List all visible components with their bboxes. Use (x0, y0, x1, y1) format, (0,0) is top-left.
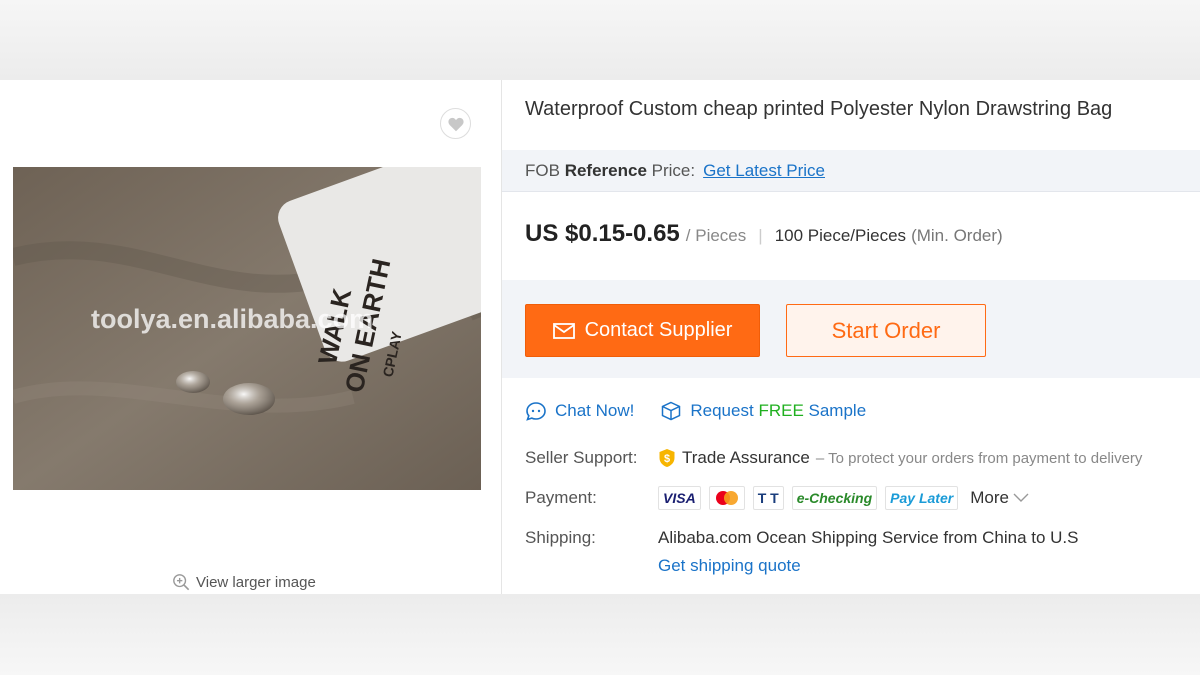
get-shipping-quote-link[interactable]: Get shipping quote (658, 556, 801, 576)
view-larger-label: View larger image (196, 573, 316, 591)
trade-assurance-note: – To protect your orders from payment to… (815, 449, 1143, 467)
price-row: US $0.15-0.65 / Pieces | 100 Piece/Piece… (525, 220, 1003, 254)
start-order-button[interactable]: Start Order (786, 304, 986, 357)
get-latest-price-link[interactable]: Get Latest Price (703, 161, 825, 181)
zoom-in-icon (173, 574, 190, 591)
page-top-band (0, 0, 1200, 80)
box-icon (662, 401, 681, 421)
payment-row: Payment: VISA T T e-Checking Pay Later M… (525, 485, 1029, 511)
price-range: US $0.15-0.65 (525, 220, 680, 247)
image-watermark: toolya.en.alibaba.com (91, 304, 373, 334)
contact-supplier-label: Contact Supplier (584, 319, 733, 341)
tt-transfer-icon: T T (752, 486, 784, 510)
chevron-down-icon (1013, 493, 1029, 502)
fob-prefix: FOB (525, 160, 560, 180)
request-free-sample-link[interactable]: Request FREE Sample (660, 401, 866, 421)
seller-support-row: Seller Support: $ Trade Assurance – To p… (525, 445, 1142, 471)
shipping-label: Shipping: (525, 528, 596, 547)
contact-supplier-button[interactable]: Contact Supplier (525, 304, 760, 357)
free-label: FREE (758, 401, 804, 420)
echecking-icon: e-Checking (791, 486, 878, 510)
shipping-row: Shipping: Alibaba.com Ocean Shipping Ser… (525, 525, 1078, 551)
product-photo: WALK ON EARTH CPLAY toolya.en.alibaba.co… (13, 167, 481, 490)
more-payment-toggle[interactable]: More (970, 488, 1029, 508)
price-unit: / Pieces (685, 226, 747, 245)
product-title: Waterproof Custom cheap printed Polyeste… (525, 98, 1113, 120)
fob-suffix: Price: (651, 160, 696, 180)
sample-label: Sample (808, 401, 867, 420)
mastercard-icon (708, 486, 745, 510)
trade-assurance-label[interactable]: Trade Assurance (682, 448, 810, 468)
quick-links-row: Chat Now! Request FREE Sample (525, 398, 866, 424)
min-order-note: (Min. Order) (911, 226, 1003, 245)
water-droplet (223, 383, 275, 415)
more-label: More (970, 488, 1009, 507)
mail-icon (552, 322, 575, 339)
fob-reference: Reference (564, 160, 647, 180)
pay-later-icon: Pay Later (885, 486, 959, 510)
seller-support-label: Seller Support: (525, 448, 638, 467)
shipping-value: Alibaba.com Ocean Shipping Service from … (658, 528, 1079, 547)
water-droplet (176, 371, 210, 393)
page-bottom-band (0, 594, 1200, 675)
product-panel: WALK ON EARTH CPLAY toolya.en.alibaba.co… (0, 80, 1200, 594)
view-larger-image-link[interactable]: View larger image (172, 572, 316, 592)
favorite-button[interactable] (440, 108, 471, 139)
chat-now-label: Chat Now! (555, 401, 635, 420)
chat-bubble-icon (526, 402, 546, 421)
request-label: Request (690, 401, 754, 420)
product-image[interactable]: WALK ON EARTH CPLAY toolya.en.alibaba.co… (13, 167, 481, 490)
trade-assurance-shield-icon: $ (659, 449, 675, 467)
fob-price-row: FOB Reference Price: Get Latest Price (502, 150, 1200, 192)
min-order-quantity: 100 Piece/Pieces (774, 226, 907, 245)
heart-icon (447, 117, 464, 131)
start-order-label: Start Order (831, 317, 941, 343)
svg-text:$: $ (664, 453, 670, 465)
visa-icon: VISA (658, 486, 701, 510)
chat-now-link[interactable]: Chat Now! (525, 401, 634, 421)
price-separator: | (758, 226, 763, 245)
payment-label: Payment: (525, 488, 597, 507)
